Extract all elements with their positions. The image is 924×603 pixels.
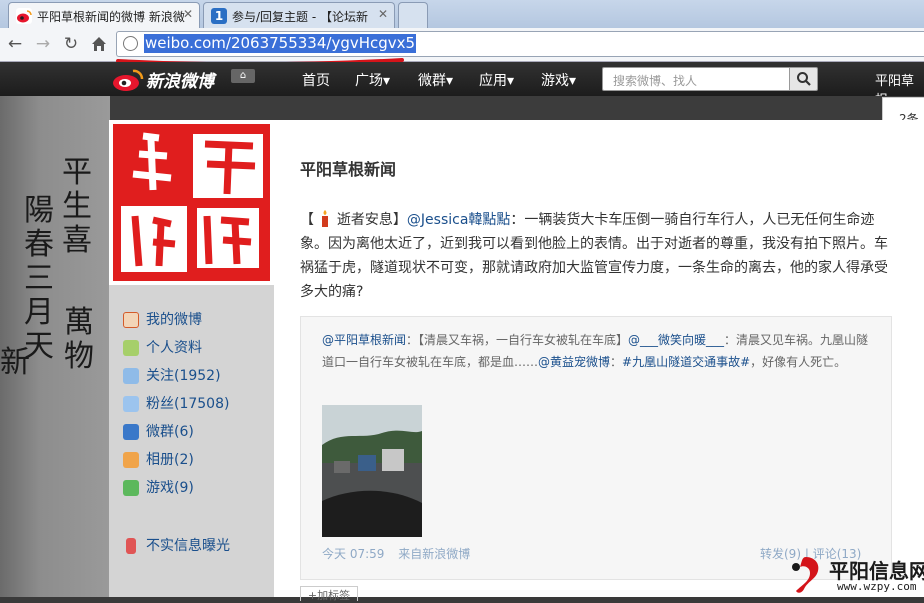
candle-icon: [322, 210, 329, 227]
sidebar-item-label: 微群(6): [146, 424, 194, 440]
sidebar-item-label: 不实信息曝光: [146, 538, 230, 554]
left-sidebar: 平 我的微博 个人资料 关注(1952) 粉丝(17508) 微群(6) 相册(…: [109, 120, 274, 597]
repost-author-link[interactable]: @平阳草根新闻: [322, 333, 406, 347]
search-button[interactable]: [789, 67, 818, 91]
tab-weibo[interactable]: 平阳草根新闻的微博 新浪微 ✕: [8, 2, 200, 28]
search-input[interactable]: 搜索微博、找人: [602, 67, 790, 91]
sidebar-item-label: 我的微博: [146, 312, 202, 328]
sidebar-item-label: 粉丝(17508): [146, 396, 230, 412]
globe-icon: [123, 36, 138, 51]
follow-icon: [123, 368, 139, 384]
sidebar-item-label: 关注(1952): [146, 368, 221, 384]
repost-photo-thumbnail[interactable]: [322, 405, 422, 537]
tab-close-icon[interactable]: ✕: [378, 7, 388, 21]
nav-games[interactable]: 游戏▾: [541, 70, 576, 90]
post-prefix: 【: [300, 212, 314, 228]
watermark-logo-icon: [792, 557, 819, 593]
reload-icon[interactable]: ↻: [60, 33, 82, 55]
weibo-logo-icon[interactable]: [111, 68, 145, 92]
repost-meta: 今天 07:59 来自新浪微博: [322, 545, 470, 562]
site-watermark: 平阳信息网 www.wzpy.com: [788, 553, 924, 597]
repost-source[interactable]: 来自新浪微博: [398, 547, 470, 561]
album-icon: [123, 452, 139, 468]
weibo-top-nav: 新浪微博 ⌂ 首页 广场▾ 微群▾ 应用▾ 游戏▾ 搜索微博、找人 平阳草根: [0, 62, 924, 108]
browser-tab-strip: 平阳草根新闻的微博 新浪微 ✕ 1 参与/回复主题 - 【论坛新 ✕: [0, 0, 924, 28]
address-bar[interactable]: weibo.com/2063755334/ygvHcgvx5: [116, 31, 924, 57]
home-badge-icon[interactable]: ⌂: [231, 69, 255, 83]
group-icon: [123, 424, 139, 440]
search-icon: [797, 72, 811, 86]
back-icon[interactable]: ←: [4, 33, 26, 55]
weibo-favicon-icon: [16, 8, 32, 24]
post-tag: 逝者安息】: [336, 212, 407, 228]
weibo-logo-text[interactable]: 新浪微博: [146, 67, 214, 92]
search-placeholder: 搜索微博、找人: [613, 74, 698, 88]
page-title: 平阳草根新闻: [300, 160, 397, 179]
calligraphy-column: 新: [0, 345, 30, 380]
repost-part: ，好像有人死亡。: [750, 355, 847, 369]
repost-mention-link[interactable]: @___微笑向暖___: [628, 333, 724, 347]
forward-icon[interactable]: →: [32, 33, 54, 55]
address-url: weibo.com/2063755334/ygvHcgvx5: [144, 34, 417, 53]
nav-group[interactable]: 微群▾: [418, 70, 453, 90]
fans-icon: [123, 396, 139, 412]
new-tab-button[interactable]: [398, 2, 428, 28]
tab-forum[interactable]: 1 参与/回复主题 - 【论坛新 ✕: [203, 2, 395, 28]
nav-apps[interactable]: 应用▾: [479, 70, 514, 90]
home-icon[interactable]: [88, 33, 110, 55]
sidebar-item-label: 相册(2): [146, 452, 194, 468]
report-icon: [126, 538, 136, 554]
main-feed: 平阳草根新闻 【 逝者安息】@Jessica韓點點：一辆装货大卡车压倒一骑自行车…: [274, 120, 924, 602]
sidebar-item-label: 游戏(9): [146, 480, 194, 496]
add-tag-button[interactable]: +加标签: [300, 586, 358, 602]
tab-title: 参与/回复主题 - 【论坛新: [232, 10, 369, 24]
tab-title: 平阳草根新闻的微博 新浪微: [37, 10, 185, 24]
forum-favicon-icon: 1: [211, 8, 227, 24]
nav-square[interactable]: 广场▾: [355, 70, 390, 90]
post-text: 【 逝者安息】@Jessica韓點點：一辆装货大卡车压倒一骑自行车行人，人已无任…: [300, 208, 890, 304]
repost-part: ：: [610, 355, 623, 369]
repost-hashtag-link[interactable]: #九凰山隧道交通事故#: [622, 355, 750, 369]
calligraphy-column: 陽春三月天: [24, 193, 54, 364]
nav-home[interactable]: 首页: [302, 70, 330, 90]
profile-icon: [123, 340, 139, 356]
repost-part: ：【清晨又车祸，一自行车女被轧在车底】: [406, 333, 629, 347]
repost-text: @平阳草根新闻：【清晨又车祸，一自行车女被轧在车底】@___微笑向暖___：清晨…: [322, 329, 872, 373]
repost-time-link[interactable]: 今天 07:59: [322, 547, 384, 561]
seal-avatar-icon: [109, 120, 274, 285]
home-icon: [123, 312, 139, 328]
repost-mention-link[interactable]: @黄益宠微博: [538, 355, 610, 369]
sidebar-item-label: 个人资料: [146, 340, 202, 356]
post-mention-link[interactable]: @Jessica韓點點: [407, 212, 511, 228]
watermark-url: www.wzpy.com: [837, 580, 917, 593]
tab-close-icon[interactable]: ✕: [183, 7, 193, 21]
calligraphy-column: 平生喜: [62, 155, 92, 258]
avatar[interactable]: 平: [109, 120, 274, 285]
calligraphy-column: 萬物: [64, 305, 94, 374]
repost-box: @平阳草根新闻：【清晨又车祸，一自行车女被轧在车底】@___微笑向暖___：清晨…: [300, 316, 892, 580]
game-icon: [123, 480, 139, 496]
